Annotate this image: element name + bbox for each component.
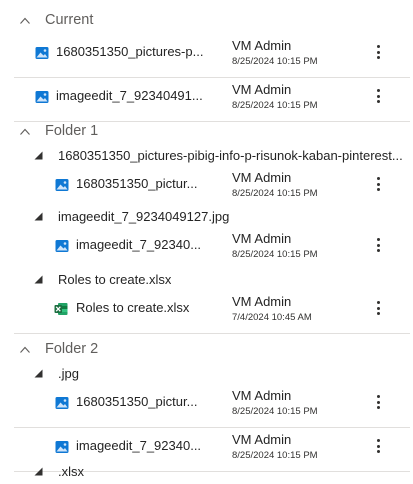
file-owner: VM Admin [232, 231, 292, 246]
file-name[interactable]: 1680351350_pictur... [76, 394, 197, 409]
more-options-icon[interactable] [370, 296, 386, 320]
collapse-triangle-icon[interactable] [34, 275, 43, 284]
file-name[interactable]: 1680351350_pictur... [76, 176, 197, 191]
section-title: Folder 1 [45, 123, 99, 139]
more-options-icon[interactable] [370, 84, 386, 108]
file-owner: VM Admin [232, 38, 292, 53]
file-owner: VM Admin [232, 388, 292, 403]
collapse-triangle-icon[interactable] [34, 369, 43, 378]
image-icon [55, 179, 69, 191]
collapse-triangle-icon[interactable] [34, 212, 43, 221]
collapse-triangle-icon[interactable] [34, 151, 43, 160]
group-label: imageedit_7_9234049127.jpg [58, 209, 230, 224]
more-options-icon[interactable] [370, 390, 386, 414]
image-icon [35, 91, 49, 103]
file-owner: VM Admin [232, 170, 292, 185]
file-name[interactable]: imageedit_7_92340... [76, 237, 201, 252]
file-modified-date: 8/25/2024 10:15 PM [232, 249, 318, 260]
more-options-icon[interactable] [370, 233, 386, 257]
file-row[interactable]: 1680351350_pictur... VM Admin 8/25/2024 … [14, 384, 410, 428]
image-icon [55, 441, 69, 453]
file-row[interactable]: imageedit_7_92340... VM Admin 8/25/2024 … [14, 227, 410, 271]
file-row[interactable]: 1680351350_pictures-p... VM Admin 8/25/2… [14, 34, 410, 78]
group-row[interactable]: 1680351350_pictures-pibig-info-p-risunok… [0, 146, 413, 168]
section-title: Current [45, 12, 94, 28]
file-row[interactable]: imageedit_7_92340491... VM Admin 8/25/20… [14, 78, 410, 122]
group-row[interactable]: Roles to create.xlsx [0, 270, 413, 292]
file-modified-date: 8/25/2024 10:15 PM [232, 406, 318, 417]
file-name[interactable]: imageedit_7_92340... [76, 438, 201, 453]
file-name[interactable]: Roles to create.xlsx [76, 300, 189, 315]
file-modified-date: 7/4/2024 10:45 AM [232, 312, 312, 323]
image-icon [55, 240, 69, 252]
collapse-triangle-icon[interactable] [34, 467, 43, 476]
group-row[interactable]: imageedit_7_9234049127.jpg [0, 207, 413, 229]
group-row[interactable]: .xlsx [0, 462, 413, 484]
file-modified-date: 8/25/2024 10:15 PM [232, 450, 318, 461]
group-label: 1680351350_pictures-pibig-info-p-risunok… [58, 148, 403, 163]
file-owner: VM Admin [232, 82, 292, 97]
file-owner: VM Admin [232, 432, 292, 447]
chevron-up-icon [20, 17, 30, 24]
file-row[interactable]: Roles to create.xlsx VM Admin 7/4/2024 1… [14, 290, 410, 334]
more-options-icon[interactable] [370, 434, 386, 458]
file-modified-date: 8/25/2024 10:15 PM [232, 188, 318, 199]
file-owner: VM Admin [232, 294, 292, 309]
section-title: Folder 2 [45, 341, 99, 357]
file-modified-date: 8/25/2024 10:15 PM [232, 100, 318, 111]
file-row[interactable]: 1680351350_pictur... VM Admin 8/25/2024 … [14, 166, 410, 210]
excel-icon [54, 303, 68, 315]
group-label: .xlsx [58, 464, 84, 479]
group-label: .jpg [58, 366, 79, 381]
chevron-up-icon [20, 128, 30, 135]
group-row[interactable]: .jpg [0, 364, 413, 386]
file-modified-date: 8/25/2024 10:15 PM [232, 56, 318, 67]
file-name[interactable]: 1680351350_pictures-p... [56, 44, 203, 59]
image-icon [35, 47, 49, 59]
chevron-up-icon [20, 346, 30, 353]
image-icon [55, 397, 69, 409]
file-name[interactable]: imageedit_7_92340491... [56, 88, 203, 103]
group-label: Roles to create.xlsx [58, 272, 172, 287]
more-options-icon[interactable] [370, 172, 386, 196]
more-options-icon[interactable] [370, 40, 386, 64]
